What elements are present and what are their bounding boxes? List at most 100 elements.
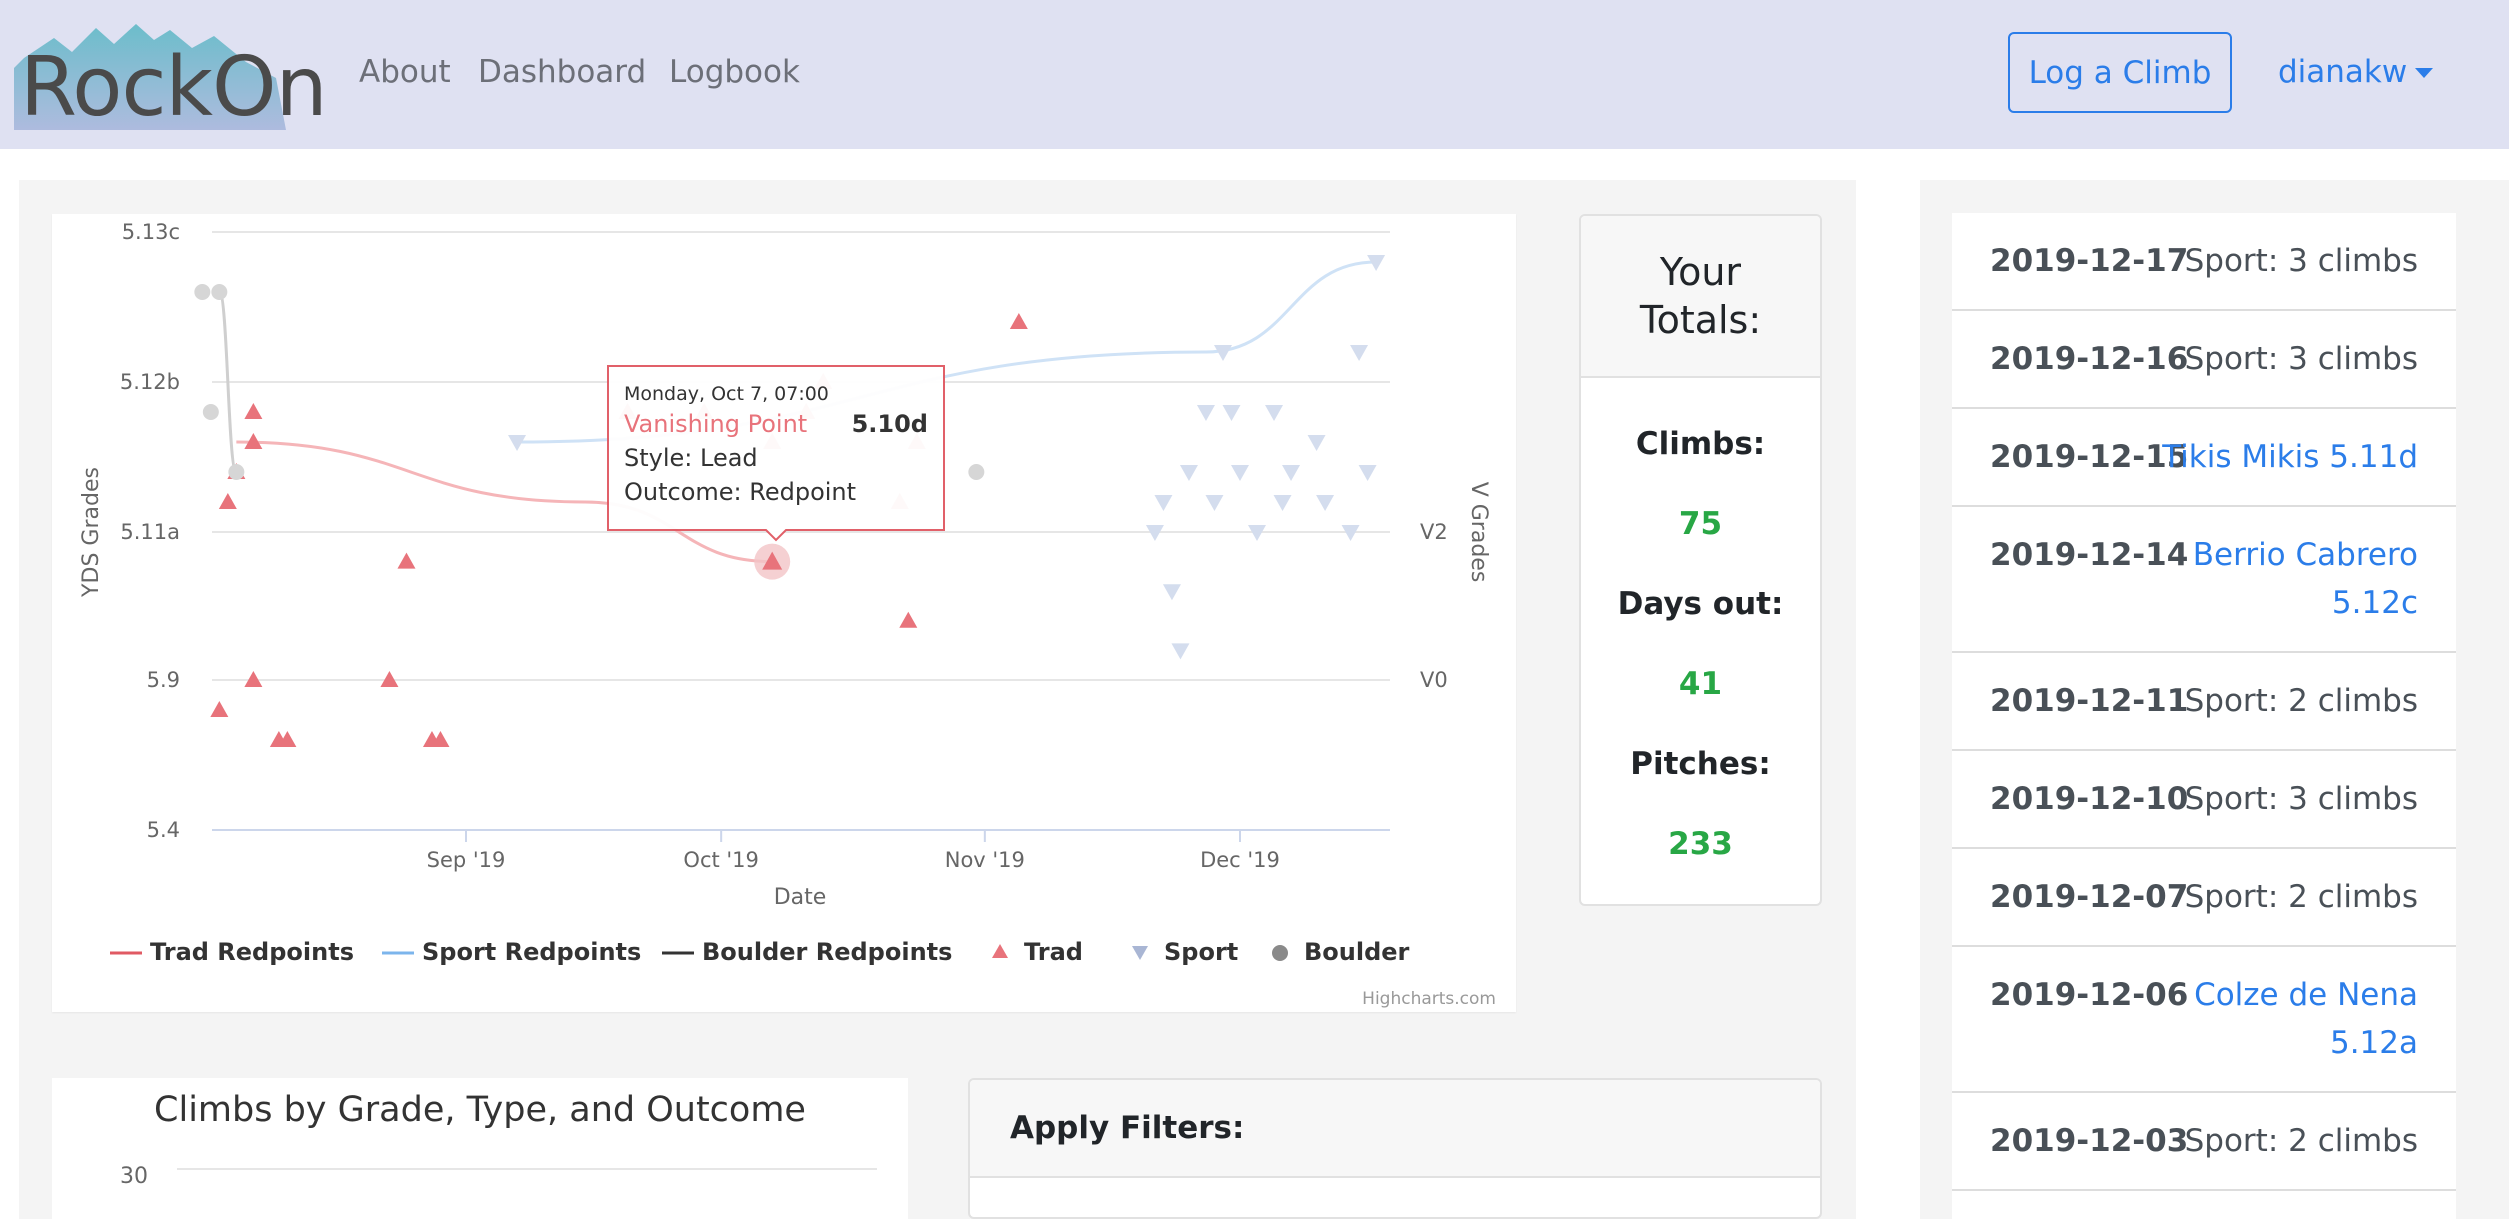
sport-point: [1171, 643, 1190, 660]
x-axis-tick-label: Dec '19: [1200, 848, 1280, 872]
y-axis-tick-label: 5.12b: [120, 370, 180, 394]
legend-triangle-symbol: [992, 944, 1008, 958]
boulder-point: [202, 404, 219, 420]
list-item-summary: Sport: 2 climbs: [2184, 879, 2418, 915]
boulder-point: [968, 464, 985, 480]
totals-title-line2: Totals:: [1639, 298, 1762, 342]
totals-title-line1: Your: [1659, 250, 1742, 294]
chart-svg: 5.13c 5.12b 5.11a 5.9 5.4 V2 V0 Sep '19 Oct '19 N…: [79, 220, 1496, 1009]
sport-point: [1179, 465, 1198, 481]
legend-label: Sport Redpoints: [422, 938, 641, 966]
sport-point: [1273, 495, 1292, 511]
list-item-date: 2019-12-16: [1990, 341, 2189, 377]
y-axis-tick-label: 5.13c: [122, 220, 180, 244]
climb-link[interactable]: Tikis Mikis 5.11d: [2162, 433, 2418, 481]
x-axis-tick-label: Nov '19: [945, 848, 1025, 872]
legend-triangle-down-symbol: [1132, 946, 1148, 960]
navbar: RockOn About Dashboard Logbook Log a Cli…: [0, 0, 2509, 149]
list-item: 2019-12-15 Tikis Mikis 5.11d: [1952, 409, 2456, 507]
climb-link[interactable]: Berrio Cabrero: [2193, 531, 2418, 579]
legend-label: Boulder Redpoints: [702, 938, 952, 966]
grade-chart-title: Climbs by Grade, Type, and Outcome: [154, 1090, 806, 1130]
x-axis-tick-label: Oct '19: [683, 848, 758, 872]
tooltip-grade: 5.10d: [852, 410, 928, 438]
tooltip-date: Monday, Oct 7, 07:00: [624, 383, 829, 405]
list-item[interactable]: 2019-12-17 Sport: 3 climbs: [1952, 213, 2456, 311]
x-axis-tick-label: Sep '19: [427, 848, 506, 872]
sport-point: [1154, 495, 1173, 511]
legend-label: Trad Redpoints: [150, 938, 354, 966]
list-item[interactable]: 2019-12-16 Sport: 3 climbs: [1952, 311, 2456, 409]
list-item-summary: Sport: 2 climbs: [2184, 683, 2418, 719]
climbs-value: 75: [1678, 506, 1723, 542]
list-item[interactable]: 2019-12-03 Sport: 2 climbs: [1952, 1093, 2456, 1191]
grade-type-outcome-chart: Climbs by Grade, Type, and Outcome 30: [52, 1078, 908, 1219]
trad-point: [218, 493, 237, 509]
totals-card: Your Totals: Climbs: 75 Days out: 41 Pit…: [1579, 214, 1822, 906]
tooltip-style: Style: Lead: [624, 444, 758, 472]
trad-point: [244, 403, 263, 419]
sport-point: [1265, 405, 1284, 421]
pitches-label: Pitches:: [1630, 746, 1771, 782]
y2-axis-tick-label: V0: [1420, 668, 1448, 692]
tooltip-outcome: Outcome: Redpoint: [624, 478, 856, 506]
sport-point: [1316, 495, 1335, 511]
sport-point: [1231, 465, 1249, 481]
pitches-value: 233: [1668, 826, 1733, 862]
boulder-point: [228, 464, 245, 480]
nav-dashboard-link[interactable]: Dashboard: [478, 54, 646, 90]
brand-name: RockOn: [20, 40, 328, 135]
trad-point: [1009, 313, 1028, 329]
list-item: 2019-12-14 Berrio Cabrero 5.12c: [1952, 507, 2456, 653]
sport-point: [1307, 435, 1326, 451]
y2-axis-tick-label: V2: [1420, 520, 1448, 544]
legend-label: Trad: [1024, 938, 1083, 966]
brand-logo[interactable]: RockOn: [14, 18, 328, 135]
climb-link-grade[interactable]: 5.12c: [2332, 579, 2418, 627]
nav-logbook-link[interactable]: Logbook: [669, 54, 800, 90]
sport-point: [1196, 405, 1215, 421]
list-item-date: 2019-12-07: [1990, 879, 2189, 915]
sport-point: [1282, 465, 1301, 481]
list-item[interactable]: 2019-12-07 Sport: 2 climbs: [1952, 849, 2456, 947]
sport-point: [1205, 495, 1224, 511]
filters-card: Apply Filters:: [968, 1078, 1822, 1219]
trad-point: [899, 611, 918, 628]
legend-label: Boulder: [1304, 938, 1410, 966]
log-climb-button[interactable]: Log a Climb: [2008, 32, 2232, 113]
x-axis-title: Date: [774, 885, 827, 910]
y-axis-tick-label: 5.11a: [120, 520, 180, 544]
sport-point: [1350, 345, 1369, 361]
climb-link[interactable]: Colze de Nena: [2194, 971, 2418, 1019]
list-item-summary: Sport: 2 climbs: [2184, 1123, 2418, 1159]
list-item-date: 2019-12-14: [1990, 537, 2189, 573]
caret-down-icon: [2415, 68, 2434, 78]
y-axis-tick-label: 5.4: [147, 818, 180, 842]
boulder-point: [211, 284, 228, 300]
days-out-value: 41: [1678, 666, 1723, 702]
list-item-date: 2019-12-03: [1990, 1123, 2189, 1159]
nav-about-link[interactable]: About: [359, 54, 451, 90]
legend-circle-symbol: [1272, 945, 1288, 961]
list-item-summary: Sport: 3 climbs: [2184, 781, 2418, 817]
username-label: dianakw: [2278, 54, 2408, 90]
y-axis-tick-label: 5.9: [147, 668, 180, 692]
climb-link-grade[interactable]: 5.12a: [2330, 1019, 2418, 1067]
y2-axis-title: V Grades: [1466, 482, 1491, 583]
boulder-point: [194, 284, 211, 300]
user-menu-dropdown[interactable]: dianakw: [2278, 54, 2434, 90]
list-item[interactable]: 2019-12-10 Sport: 3 climbs: [1952, 751, 2456, 849]
list-item: 2019-12-06 Colze de Nena 5.12a: [1952, 947, 2456, 1093]
list-item-date: 2019-12-10: [1990, 781, 2189, 817]
sport-point: [1213, 345, 1232, 361]
y-axis-title: YDS Grades: [79, 467, 104, 598]
list-item[interactable]: 2019-12-11 Sport: 2 climbs: [1952, 653, 2456, 751]
days-out-label: Days out:: [1617, 586, 1784, 622]
list-item-summary: Sport: 3 climbs: [2184, 341, 2418, 377]
grade-chart-gridline: [177, 1168, 877, 1170]
sport-point: [1162, 584, 1181, 601]
list-item: [1952, 1191, 2456, 1219]
list-item-date: 2019-12-15: [1990, 439, 2189, 475]
legend-label: Sport: [1164, 938, 1238, 966]
totals-header: Your Totals:: [1581, 216, 1820, 378]
